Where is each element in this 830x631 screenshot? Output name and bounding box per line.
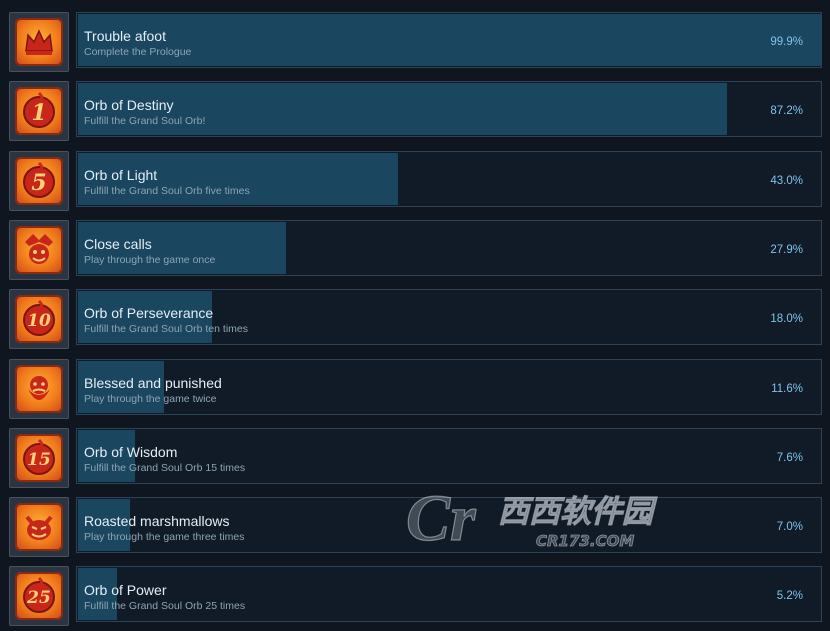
achievement-row: Roasted marshmallows Play through the gam… [0, 497, 830, 559]
devil-face-icon [15, 503, 63, 551]
achievement-progress-bar: Blessed and punished Play through the gam… [76, 359, 822, 415]
achievement-progress-bar: Roasted marshmallows Play through the gam… [76, 497, 822, 553]
svg-text:25: 25 [26, 588, 51, 608]
achievement-percent: 99.9% [770, 36, 803, 48]
achievement-icon-frame: 15 [9, 428, 69, 488]
achievement-icon-frame: 5 [9, 151, 69, 211]
achievement-percent: 7.6% [776, 452, 803, 464]
achievement-row: Close calls Play through the game once 27.… [0, 220, 830, 282]
achievement-description: Fulfill the Grand Soul Orb ten times [84, 323, 248, 335]
achievement-title: Trouble afoot [84, 28, 166, 44]
achievement-icon-frame: 25 [9, 566, 69, 626]
orb-25-icon: 25 [15, 572, 63, 620]
achievement-progress-fill [78, 14, 821, 66]
achievement-row: Blessed and punished Play through the gam… [0, 359, 830, 421]
achievement-icon-frame [9, 497, 69, 557]
achievement-title: Roasted marshmallows [84, 513, 230, 529]
achievement-progress-bar: Orb of Power Fulfill the Grand Soul Orb 2… [76, 566, 822, 622]
achievement-description: Play through the game once [84, 254, 216, 266]
achievement-icon-frame: 1 [9, 81, 69, 141]
achievement-progress-fill [78, 83, 727, 135]
achievement-percent: 5.2% [776, 590, 803, 602]
achievement-progress-bar: Orb of Wisdom Fulfill the Grand Soul Orb … [76, 428, 822, 484]
achievement-description: Complete the Prologue [84, 46, 192, 58]
svg-text:1: 1 [31, 100, 46, 126]
orb-10-icon: 10 [15, 295, 63, 343]
orb-15-icon: 15 [15, 434, 63, 482]
achievement-row: Trouble afoot Complete the Prologue 99.9% [0, 12, 830, 74]
bearded-face-icon [15, 365, 63, 413]
achievement-title: Blessed and punished [84, 375, 222, 391]
achievement-percent: 43.0% [770, 175, 803, 187]
achievement-progress-bar: Orb of Perseverance Fulfill the Grand Sou… [76, 289, 822, 345]
achievement-icon-frame: 10 [9, 289, 69, 349]
orb-5-icon: 5 [15, 157, 63, 205]
achievement-progress-bar: Orb of Light Fulfill the Grand Soul Orb f… [76, 151, 822, 207]
achievement-description: Fulfill the Grand Soul Orb 25 times [84, 600, 246, 612]
jester-face-icon [15, 226, 63, 274]
achievement-percent: 7.0% [776, 521, 803, 533]
orb-1-icon: 1 [15, 87, 63, 135]
achievement-row: 1 Orb of Destiny Fulfill the Grand Soul Or… [0, 81, 830, 143]
achievement-row: 5 Orb of Light Fulfill the Grand Soul Orb … [0, 151, 830, 213]
achievement-title: Orb of Power [84, 582, 167, 598]
achievement-title: Orb of Wisdom [84, 444, 178, 460]
svg-text:15: 15 [27, 450, 51, 470]
achievement-percent: 27.9% [770, 244, 803, 256]
achievement-description: Fulfill the Grand Soul Orb five times [84, 185, 250, 197]
svg-text:5: 5 [31, 170, 46, 196]
svg-text:10: 10 [27, 311, 51, 331]
achievement-percent: 18.0% [770, 313, 803, 325]
achievement-title: Orb of Destiny [84, 97, 174, 113]
achievement-icon-frame [9, 220, 69, 280]
achievement-progress-bar: Close calls Play through the game once 27.… [76, 220, 822, 276]
achievement-title: Orb of Perseverance [84, 305, 214, 321]
achievement-row: 25 Orb of Power Fulfill the Grand Soul Orb… [0, 566, 830, 628]
achievement-progress-bar: Trouble afoot Complete the Prologue 99.9% [76, 12, 822, 68]
achievement-title: Close calls [84, 236, 152, 252]
achievement-icon-frame [9, 12, 69, 72]
achievement-row: 10 Orb of Perseverance Fulfill the Grand S… [0, 289, 830, 351]
achievement-percent: 87.2% [770, 105, 803, 117]
achievement-title: Orb of Light [84, 167, 158, 183]
achievement-description: Fulfill the Grand Soul Orb! [84, 115, 206, 127]
achievement-description: Play through the game three times [84, 531, 245, 543]
achievement-progress-bar: Orb of Destiny Fulfill the Grand Soul Orb… [76, 81, 822, 137]
achievement-description: Fulfill the Grand Soul Orb 15 times [84, 462, 246, 474]
achievement-percent: 11.6% [771, 383, 803, 395]
achievement-description: Play through the game twice [84, 393, 217, 405]
achievement-icon-frame [9, 359, 69, 419]
crown-icon [15, 18, 63, 66]
achievement-row: 15 Orb of Wisdom Fulfill the Grand Soul Or… [0, 428, 830, 490]
